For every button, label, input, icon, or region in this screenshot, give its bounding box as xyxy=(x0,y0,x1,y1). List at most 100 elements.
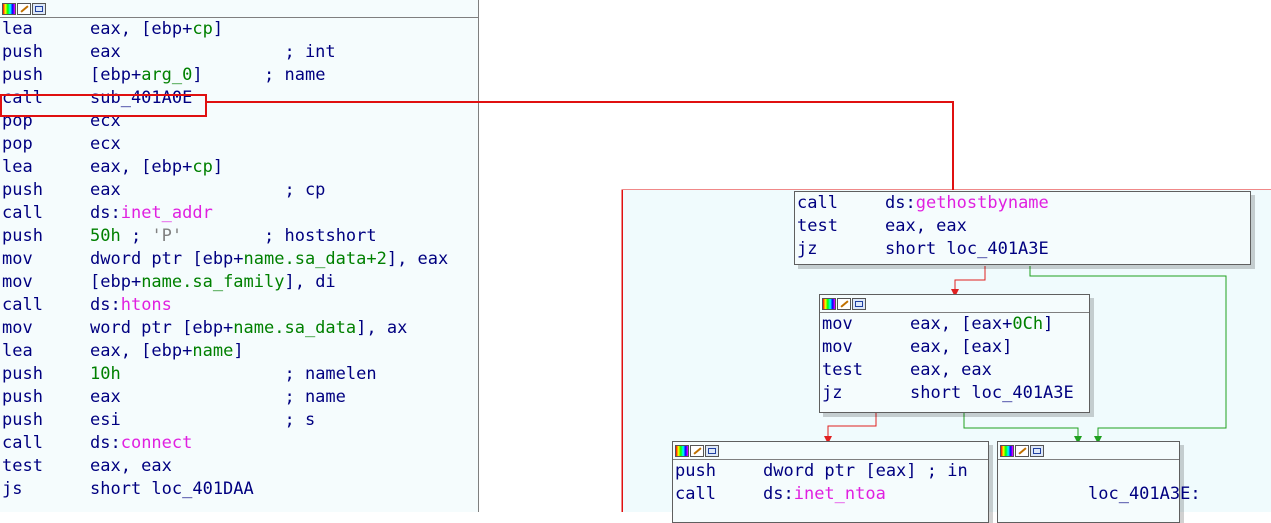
operand: word ptr [ebp+ xyxy=(90,318,234,338)
function-name[interactable]: htons xyxy=(121,295,172,315)
operand: ], eax xyxy=(386,249,449,269)
mnemonic: test xyxy=(797,216,838,236)
instruction-line[interactable]: test eax, eax xyxy=(795,215,1250,238)
function-name[interactable]: connect xyxy=(121,433,193,453)
operand: ] xyxy=(212,157,224,177)
instruction-line[interactable]: push esi ; s xyxy=(0,409,478,432)
instruction-line[interactable]: lea eax, [ebp+name] xyxy=(0,340,478,363)
operand: ], ax xyxy=(356,318,408,338)
graph-view-icon[interactable] xyxy=(852,297,866,310)
function-name[interactable]: inet_addr xyxy=(121,203,213,223)
mnemonic: lea xyxy=(2,157,33,177)
call-highlight-box xyxy=(0,94,207,117)
instruction-line[interactable]: js short loc_401DAA xyxy=(0,478,478,501)
operand: eax, [ebp+ xyxy=(90,341,193,361)
instruction-line[interactable]: call ds:inet_addr xyxy=(0,202,478,225)
operand: short loc_401A3E xyxy=(885,239,1049,259)
mnemonic: push xyxy=(2,180,43,200)
function-name[interactable]: gethostbyname xyxy=(916,193,1049,213)
mnemonic: push xyxy=(2,65,43,85)
instruction-line[interactable]: push eax ; cp xyxy=(0,179,478,202)
instruction-line[interactable]: push 10h ; namelen xyxy=(0,363,478,386)
comment: ; hostshort xyxy=(264,226,377,246)
mnemonic: mov xyxy=(822,314,853,334)
operand: ] xyxy=(212,19,224,39)
operand: 0Ch xyxy=(1012,314,1044,334)
instruction-line[interactable]: push eax ; int xyxy=(0,41,478,64)
graph-view-icon[interactable] xyxy=(705,444,719,457)
rename-icon[interactable] xyxy=(1015,444,1029,457)
operand: name.sa_data xyxy=(233,318,357,338)
operand: short loc_401DAA xyxy=(90,479,254,499)
basic-block-gethostbyname[interactable]: call ds:gethostbyname test eax, eax jz short … xyxy=(794,191,1251,265)
rename-icon[interactable] xyxy=(17,2,31,15)
mnemonic: mov xyxy=(2,318,33,338)
color-palette-icon[interactable] xyxy=(1000,444,1014,457)
mnemonic: mov xyxy=(2,249,33,269)
mnemonic: js xyxy=(2,479,23,499)
operand: dword ptr [ebp+ xyxy=(90,249,244,269)
mnemonic: call xyxy=(2,433,43,453)
instruction-line[interactable]: test eax, eax xyxy=(820,359,1089,382)
instruction-line[interactable]: lea eax, [ebp+cp] xyxy=(0,18,478,41)
mnemonic: lea xyxy=(2,341,33,361)
instruction-line[interactable]: mov dword ptr [ebp+name.sa_data+2], eax xyxy=(0,248,478,271)
instruction-line[interactable]: mov [ebp+name.sa_family], di xyxy=(0,271,478,294)
color-palette-icon[interactable] xyxy=(822,297,836,310)
node-toolbar xyxy=(0,0,478,18)
instruction-list: call ds:gethostbyname test eax, eax jz short … xyxy=(795,192,1250,261)
instruction-line[interactable]: mov eax, [eax+0Ch] xyxy=(820,313,1089,336)
node-toolbar xyxy=(673,442,988,460)
color-palette-icon[interactable] xyxy=(675,444,689,457)
mnemonic: push xyxy=(2,364,43,384)
operand: name xyxy=(192,341,234,361)
operand: dword ptr [eax] xyxy=(763,461,927,481)
instruction-line[interactable]: mov eax, [eax] xyxy=(820,336,1089,359)
comment: ; in xyxy=(926,461,968,481)
operand: cp xyxy=(192,157,213,177)
instruction-line[interactable]: push 50h ; 'P' ; hostshort xyxy=(0,225,478,248)
graph-view-icon[interactable] xyxy=(1030,444,1044,457)
basic-block-inet-ntoa[interactable]: push dword ptr [eax] ; in call ds:inet_ntoa xyxy=(672,441,989,523)
instruction-line[interactable] xyxy=(998,460,1179,483)
instruction-line[interactable]: test eax, eax xyxy=(0,455,478,478)
mnemonic: lea xyxy=(2,19,33,39)
instruction-line[interactable]: push eax ; name xyxy=(0,386,478,409)
comment: ; int xyxy=(284,42,336,62)
instruction-line[interactable]: call ds:htons xyxy=(0,294,478,317)
graph-view-icon[interactable] xyxy=(32,2,46,15)
operand xyxy=(121,364,285,384)
instruction-line[interactable]: lea eax, [ebp+cp] xyxy=(0,156,478,179)
operand: eax, eax xyxy=(910,360,992,380)
node-toolbar xyxy=(998,442,1179,460)
instruction-line[interactable]: push dword ptr [eax] ; in xyxy=(673,460,988,483)
instruction-line[interactable]: call ds:gethostbyname xyxy=(795,192,1250,215)
instruction-list: loc_401A3E: xyxy=(998,460,1201,506)
operand: ; xyxy=(120,226,152,246)
basic-block-loc-401a3e[interactable]: loc_401A3E: xyxy=(997,441,1201,523)
mnemonic: call xyxy=(675,484,716,504)
comment: ; s xyxy=(284,410,316,430)
basic-block-deref[interactable]: mov eax, [eax+0Ch] mov eax, [eax] test eax, e… xyxy=(819,294,1090,413)
instruction-line[interactable]: mov word ptr [ebp+name.sa_data], ax xyxy=(0,317,478,340)
function-name[interactable]: inet_ntoa xyxy=(794,484,886,504)
operand: ecx xyxy=(90,134,121,154)
instruction-line[interactable]: loc_401A3E: xyxy=(998,483,1201,506)
operand: eax xyxy=(90,387,285,407)
rename-icon[interactable] xyxy=(690,444,704,457)
operand: ] xyxy=(192,65,265,85)
mnemonic: test xyxy=(2,456,43,476)
operand: [ebp+ xyxy=(90,272,142,292)
disassembly-listing[interactable]: lea eax, [ebp+cp] push eax ; int push [ebp+ar… xyxy=(0,0,479,512)
instruction-line[interactable]: call ds:connect xyxy=(0,432,478,455)
mnemonic: test xyxy=(822,360,863,380)
instruction-line[interactable]: jz short loc_401A3E xyxy=(820,382,1089,405)
color-palette-icon[interactable] xyxy=(2,2,16,15)
rename-icon[interactable] xyxy=(837,297,851,310)
instruction-list: mov eax, [eax+0Ch] mov eax, [eax] test eax, e… xyxy=(820,313,1089,405)
instruction-line[interactable]: push [ebp+arg_0] ; name xyxy=(0,64,478,87)
instruction-line[interactable]: pop ecx xyxy=(0,133,478,156)
comment: ; namelen xyxy=(284,364,377,384)
instruction-line[interactable]: call ds:inet_ntoa xyxy=(673,483,988,506)
instruction-line[interactable]: jz short loc_401A3E xyxy=(795,238,1250,261)
